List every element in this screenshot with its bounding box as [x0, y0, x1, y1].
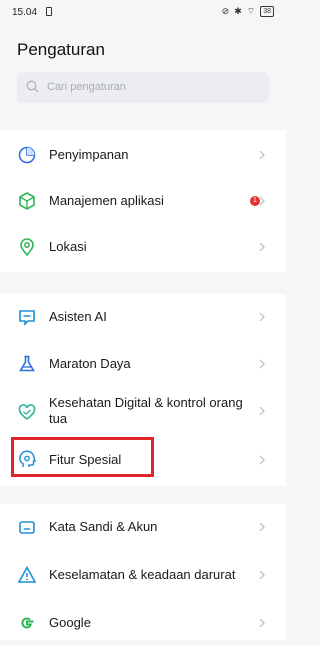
- settings-item-label: Lokasi: [49, 239, 87, 254]
- settings-group-3: Kata Sandi & Akun Keselamatan & keadaan …: [0, 504, 286, 640]
- settings-item-google[interactable]: Google: [0, 600, 286, 646]
- settings-item-label: Kata Sandi & Akun: [49, 519, 158, 534]
- wifi-icon: ⌔: [246, 6, 256, 16]
- status-bar: 15.04 ⊘ ✱ ⌔ 38: [0, 0, 286, 26]
- chevron-right-icon: [259, 406, 265, 416]
- mute-icon: ⊘: [221, 6, 230, 16]
- chevron-right-icon: [259, 522, 265, 532]
- settings-item-label: Google: [49, 615, 91, 630]
- chevron-right-icon: [259, 150, 265, 160]
- settings-item-storage[interactable]: Penyimpanan: [0, 132, 286, 178]
- chevron-right-icon: [259, 312, 265, 322]
- settings-item-label: Asisten AI: [49, 309, 107, 324]
- search-placeholder: Cari pengaturan: [47, 81, 126, 93]
- chevron-right-icon: [259, 242, 265, 252]
- key-icon: [19, 521, 35, 534]
- chevron-right-icon: [259, 196, 265, 206]
- settings-item-power-marathon[interactable]: Maraton Daya: [0, 341, 286, 387]
- app-cube-icon: [19, 192, 35, 210]
- settings-item-ai-assistant[interactable]: Asisten AI: [0, 294, 286, 340]
- flask-icon: [19, 355, 35, 372]
- settings-item-digital-wellbeing[interactable]: Kesehatan Digital & kontrol orang tua: [0, 388, 286, 436]
- settings-group-1: Penyimpanan Manajemen aplikasi 1 Lokasi: [0, 130, 286, 272]
- settings-item-label: Keselamatan & keadaan darurat: [49, 567, 236, 582]
- chevron-right-icon: [259, 359, 265, 369]
- status-icons: ⊘ ✱ ⌔ 38: [222, 6, 274, 17]
- highlight-box: [11, 437, 154, 477]
- settings-item-label: Penyimpanan: [49, 147, 129, 162]
- ai-chat-icon: [19, 310, 35, 326]
- page-title: Pengaturan: [17, 40, 105, 59]
- chevron-right-icon: [259, 618, 265, 628]
- settings-item-safety-emergency[interactable]: Keselamatan & keadaan darurat: [0, 552, 286, 598]
- search-icon: [26, 80, 39, 93]
- settings-item-location[interactable]: Lokasi: [0, 224, 286, 270]
- chevron-right-icon: [259, 455, 265, 465]
- status-time: 15.04: [12, 7, 38, 18]
- bluetooth-icon: ✱: [234, 6, 242, 16]
- settings-item-app-management[interactable]: Manajemen aplikasi 1: [0, 178, 286, 224]
- settings-item-label: Maraton Daya: [49, 356, 131, 371]
- settings-item-passwords-accounts[interactable]: Kata Sandi & Akun: [0, 504, 286, 550]
- heart-icon: [18, 404, 36, 421]
- google-icon: [21, 617, 34, 629]
- chevron-right-icon: [259, 570, 265, 580]
- sim-icon: [46, 7, 52, 16]
- search-input[interactable]: Cari pengaturan: [17, 72, 269, 103]
- warning-triangle-icon: [17, 565, 37, 583]
- battery-icon: 38: [260, 6, 274, 17]
- settings-item-label: Manajemen aplikasi: [49, 193, 164, 208]
- storage-pie-icon: [18, 146, 36, 164]
- location-pin-icon: [20, 238, 34, 257]
- settings-item-label: Kesehatan Digital & kontrol orang tua: [49, 395, 243, 426]
